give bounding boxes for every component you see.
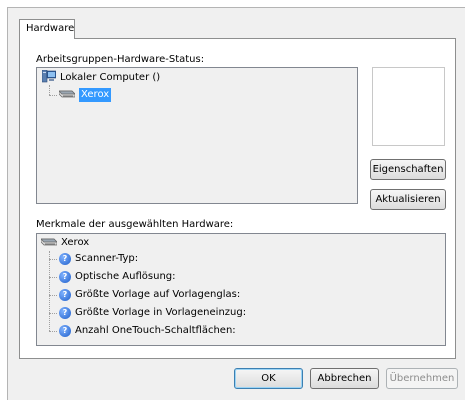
feature-item-onetouch-buttons[interactable]: ? Anzahl OneTouch-Schaltflächen: [59, 324, 236, 338]
features-group-label: Merkmale der ausgewählten Hardware: [36, 219, 234, 230]
tree-node-computer-label: Lokaler Computer () [60, 72, 161, 83]
feature-item-optical-resolution[interactable]: ? Optische Auflösung: [59, 270, 176, 284]
feature-item-label: Scanner-Typ: [75, 253, 139, 264]
features-node-xerox-label: Xerox [61, 237, 90, 248]
feature-item-label: Anzahl OneTouch-Schaltflächen: [75, 325, 236, 336]
scanner-icon [40, 236, 58, 250]
feature-item-scanner-type[interactable]: ? Scanner-Typ: [59, 252, 138, 266]
tree-connector [49, 295, 57, 296]
tree-connector [49, 251, 50, 331]
help-icon: ? [59, 289, 71, 301]
tab-hardware-label: Hardware [26, 23, 75, 34]
help-icon: ? [59, 271, 71, 283]
feature-item-label: Optische Auflösung: [75, 271, 176, 282]
device-preview [372, 67, 445, 146]
help-icon: ? [59, 325, 71, 337]
apply-button[interactable]: Übernehmen [386, 368, 458, 389]
refresh-button[interactable]: Aktualisieren [370, 189, 446, 210]
computer-icon [41, 69, 57, 86]
tree-node-xerox-label: Xerox [79, 88, 112, 102]
help-icon: ? [59, 307, 71, 319]
tree-connector [49, 85, 50, 95]
tree-node-computer[interactable]: Lokaler Computer () [41, 69, 161, 86]
feature-item-max-feeder[interactable]: ? Größte Vorlage in Vorlageneinzug: [59, 306, 246, 320]
tree-connector [49, 331, 57, 332]
cancel-button[interactable]: Abbrechen [310, 368, 379, 389]
features-node-xerox[interactable]: Xerox [40, 236, 90, 250]
feature-item-label: Größte Vorlage in Vorlageneinzug: [75, 307, 247, 318]
tree-connector [49, 277, 57, 278]
scanner-icon [58, 88, 76, 102]
feature-item-max-flatbed[interactable]: ? Größte Vorlage auf Vorlagenglas: [59, 288, 240, 302]
tree-connector [49, 259, 57, 260]
ok-button[interactable]: OK [234, 368, 303, 389]
tree-connector [49, 95, 57, 96]
hardware-features-tree[interactable]: Xerox ? Scanner-Typ: ? Optische Auflösun… [36, 233, 446, 346]
hardware-status-tree[interactable]: Lokaler Computer () Xerox [36, 67, 358, 204]
properties-button[interactable]: Eigenschaften [370, 159, 446, 180]
tree-connector [49, 313, 57, 314]
status-group-label: Arbeitsgruppen-Hardware-Status: [36, 54, 205, 65]
help-icon: ? [59, 253, 71, 265]
tree-node-xerox[interactable]: Xerox [58, 88, 112, 102]
tab-hardware[interactable]: Hardware [19, 19, 75, 39]
feature-item-label: Größte Vorlage auf Vorlagenglas: [75, 289, 241, 300]
